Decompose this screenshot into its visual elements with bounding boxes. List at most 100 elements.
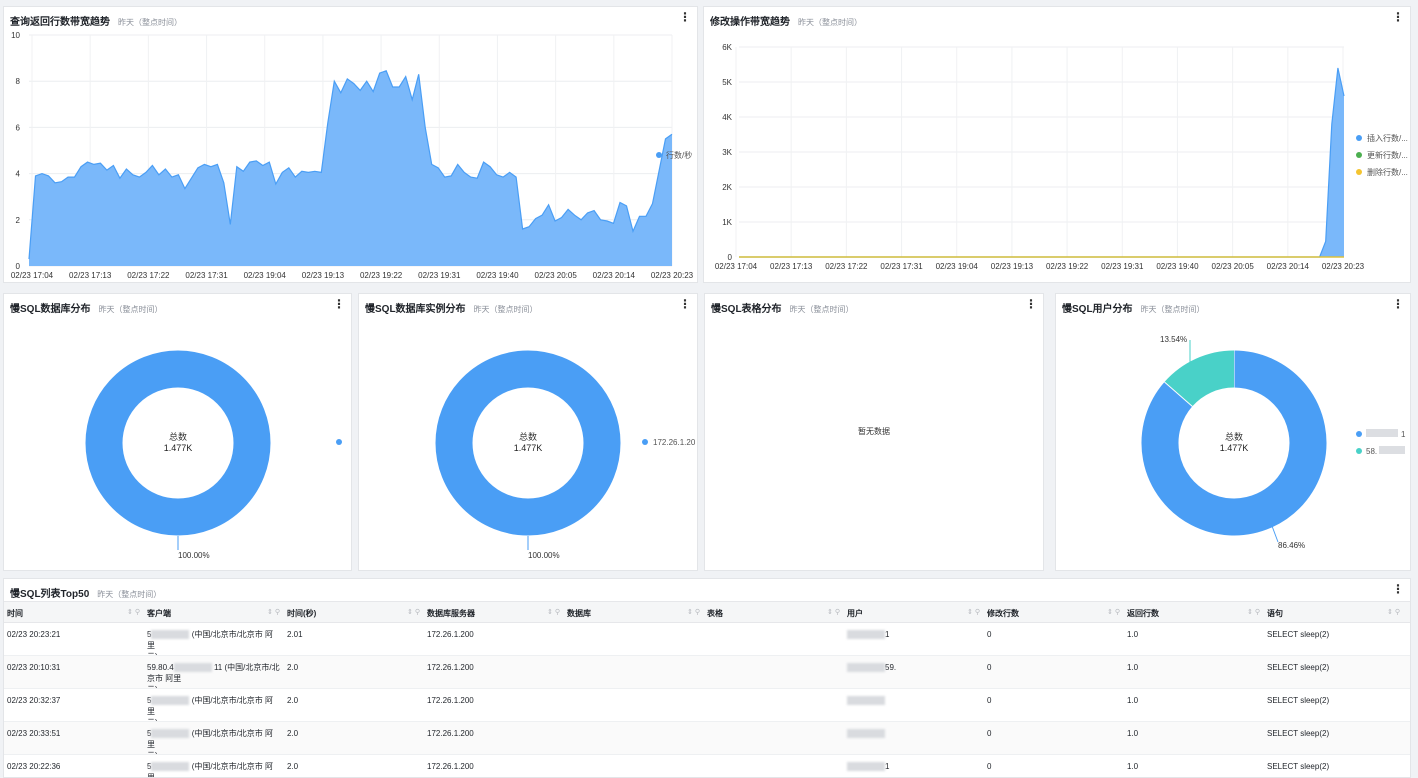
cell-time: 02/23 20:32:37 — [7, 696, 61, 705]
slow-sql-top50-panel: 慢SQL列表Top50 昨天（整点时间） ⋮ 时间 ⇕ ⚲ 客户端 ⇕ ⚲ 时间(秒) ⇕ … — [3, 578, 1411, 778]
table-cell: 5 (中国/北京市/北京市 阿里云) — [144, 722, 284, 754]
table-distribution-panel: 慢SQL表格分布 昨天（整点时间） ⋮ 暂无数据 — [704, 293, 1044, 571]
more-menu-icon[interactable]: ⋮ — [1392, 583, 1404, 595]
x-tick-label: 02/23 20:05 — [535, 271, 578, 280]
column-header-label: 数据库服务器 — [427, 609, 475, 618]
table-cell: 172.26.1.200 — [424, 689, 564, 721]
cell-time: 02/23 20:23:21 — [7, 630, 61, 639]
cell-modified-rows: 0 — [987, 696, 992, 705]
x-tick-label: 02/23 19:22 — [1046, 262, 1089, 271]
cell-user: 59. — [885, 663, 897, 672]
column-header[interactable]: 时间 ⇕ ⚲ — [4, 602, 144, 622]
donut-center-label: 总数 — [169, 431, 187, 442]
y-tick-label: 4 — [16, 170, 21, 179]
x-tick-label: 02/23 17:31 — [185, 271, 228, 280]
column-header[interactable]: 表格 ⇕ ⚲ — [704, 602, 844, 622]
table-cell: 0 — [984, 623, 1124, 655]
sort-filter-icon[interactable]: ⇕ ⚲ — [967, 608, 980, 616]
cell-sql: SELECT sleep(2) — [1267, 630, 1330, 639]
donut-slice — [1164, 350, 1235, 408]
x-tick-label: 02/23 17:31 — [880, 262, 923, 271]
column-header[interactable]: 修改行数 ⇕ ⚲ — [984, 602, 1124, 622]
sort-filter-icon[interactable]: ⇕ ⚲ — [687, 608, 700, 616]
cell-client-ip: 59.80.4 — [147, 663, 174, 672]
sort-filter-icon[interactable]: ⇕ ⚲ — [127, 608, 140, 616]
column-header[interactable]: 语句 ⇕ ⚲ — [1264, 602, 1404, 622]
x-tick-label: 02/23 19:22 — [360, 271, 403, 280]
column-header[interactable]: 数据库服务器 ⇕ ⚲ — [424, 602, 564, 622]
column-header[interactable]: 用户 ⇕ ⚲ — [844, 602, 984, 622]
cell-user: 1 — [885, 630, 890, 639]
legend-dot — [656, 152, 662, 158]
table-cell: 2.01 — [284, 623, 424, 655]
donut-center-label: 总数 — [519, 431, 537, 442]
sort-filter-icon[interactable]: ⇕ ⚲ — [267, 608, 280, 616]
y-tick-label: 8 — [16, 77, 21, 86]
cell-seconds: 2.01 — [287, 630, 303, 639]
table-cell: 1.0 — [1124, 623, 1264, 655]
y-tick-label: 10 — [11, 31, 20, 40]
redacted-block — [151, 696, 190, 706]
x-tick-label: 02/23 19:13 — [991, 262, 1034, 271]
donut-center-value: 1.477K — [514, 443, 543, 453]
cell-server: 172.26.1.200 — [427, 696, 474, 705]
column-header-label: 用户 — [847, 609, 863, 618]
redacted-block — [173, 663, 212, 673]
cell-server: 172.26.1.200 — [427, 762, 474, 771]
x-tick-label: 02/23 19:40 — [476, 271, 519, 280]
cell-seconds: 2.0 — [287, 762, 299, 771]
sort-filter-icon[interactable]: ⇕ ⚲ — [1107, 608, 1120, 616]
table-row[interactable]: 02/23 20:10:31 59.80.4 11 (中国/北京市/北京市 阿里云… — [4, 656, 1410, 689]
cell-modified-rows: 0 — [987, 729, 992, 738]
table-cell: 2.0 — [284, 722, 424, 754]
y-tick-label: 0 — [16, 262, 21, 271]
cell-returned-rows: 1.0 — [1127, 630, 1139, 639]
column-header[interactable]: 时间(秒) ⇕ ⚲ — [284, 602, 424, 622]
sort-filter-icon[interactable]: ⇕ ⚲ — [1387, 608, 1400, 616]
table-cell: 59. — [844, 656, 984, 688]
table-cell — [704, 623, 844, 655]
table-cell: 0 — [984, 689, 1124, 721]
column-header[interactable]: 数据库 ⇕ ⚲ — [564, 602, 704, 622]
cell-modified-rows: 0 — [987, 762, 992, 771]
y-tick-label: 2 — [16, 216, 21, 225]
db-distribution-panel: 慢SQL数据库分布 昨天（整点时间） ⋮ 总数 1.477K 100.00% — [3, 293, 352, 571]
table-row[interactable]: 02/23 20:32:37 5 (中国/北京市/北京市 阿里云)2.0 172.2… — [4, 689, 1410, 722]
modify-bandwidth-panel: 修改操作带宽趋势 昨天（整点时间） ⋮ 6K 5K 4K 3K 2K 1K 0 02/23 17… — [703, 6, 1411, 283]
db-distribution-donut: 总数 1.477K 100.00% — [85, 350, 342, 560]
x-tick-label: 02/23 17:13 — [69, 271, 112, 280]
sort-filter-icon[interactable]: ⇕ ⚲ — [827, 608, 840, 616]
table-header: 时间 ⇕ ⚲ 客户端 ⇕ ⚲ 时间(秒) ⇕ ⚲ 数据库服务器 ⇕ ⚲ 数据库 ⇕ ⚲ 表格 ⇕ ⚲ 用… — [4, 601, 1410, 623]
cell-seconds: 2.0 — [287, 696, 299, 705]
sort-filter-icon[interactable]: ⇕ ⚲ — [547, 608, 560, 616]
legend-label: 更新行数/... — [1367, 150, 1408, 160]
table-cell — [704, 656, 844, 688]
redacted-block — [151, 762, 190, 772]
y-tick-label: 4K — [722, 113, 732, 122]
column-header[interactable]: 返回行数 ⇕ ⚲ — [1124, 602, 1264, 622]
cell-time: 02/23 20:33:51 — [7, 729, 61, 738]
panel-title: 慢SQL列表Top50 昨天（整点时间） — [10, 589, 162, 600]
legend-dot — [1356, 152, 1362, 158]
cell-server: 172.26.1.200 — [427, 663, 474, 672]
more-menu-icon[interactable]: ⋮ — [1025, 298, 1037, 310]
x-tick-label: 02/23 19:04 — [244, 271, 287, 280]
table-cell: 2.0 — [284, 656, 424, 688]
table-cell — [704, 722, 844, 754]
y-tick-label: 3K — [722, 148, 732, 157]
table-row[interactable]: 02/23 20:33:51 5 (中国/北京市/北京市 阿里云)2.0 172.2… — [4, 722, 1410, 755]
sort-filter-icon[interactable]: ⇕ ⚲ — [1247, 608, 1260, 616]
column-header-label: 时间 — [7, 609, 23, 618]
legend-label: 1 — [1401, 430, 1406, 439]
redacted-block — [151, 630, 190, 640]
cell-sql: SELECT sleep(2) — [1267, 762, 1330, 771]
x-tick-label: 02/23 19:31 — [1101, 262, 1144, 271]
donut-center-value: 1.477K — [1220, 443, 1249, 453]
user-distribution-panel: 慢SQL用户分布 昨天（整点时间） ⋮ 总数 1.477K 13.54% 86.4… — [1055, 293, 1411, 571]
table-row[interactable]: 02/23 20:23:21 5 (中国/北京市/北京市 阿里云)2.01 172.… — [4, 623, 1410, 656]
sort-filter-icon[interactable]: ⇕ ⚲ — [407, 608, 420, 616]
legend-dot — [642, 439, 648, 445]
table-cell: SELECT sleep(2) — [1264, 623, 1404, 655]
redacted-block — [847, 729, 885, 739]
column-header[interactable]: 客户端 ⇕ ⚲ — [144, 602, 284, 622]
